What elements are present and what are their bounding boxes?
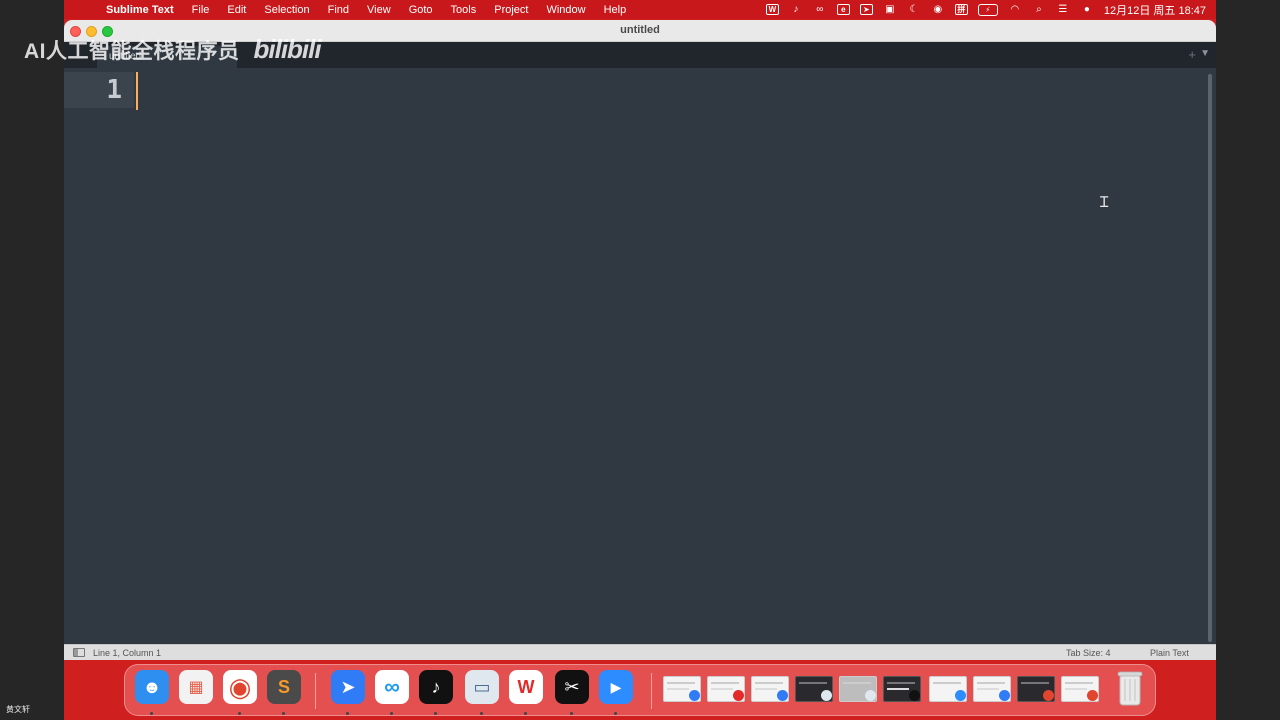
menu-goto[interactable]: Goto: [400, 4, 442, 16]
text-editor[interactable]: 1 Ɪ: [64, 68, 1216, 644]
line-gutter: 1: [64, 72, 134, 108]
dock: ☻ ▦ ◉ S ➤ ∞ ♪ ▭ W ✂ ▶: [124, 664, 1156, 716]
capcut-icon[interactable]: ✂: [555, 670, 589, 704]
running-indicator: [524, 712, 527, 715]
preview-icon[interactable]: ▭: [465, 670, 499, 704]
battery-icon[interactable]: ⚡: [977, 3, 998, 16]
left-letterbox: [0, 0, 64, 720]
sublime-text-icon[interactable]: S: [267, 670, 301, 704]
control-center-icon[interactable]: ☰: [1056, 4, 1070, 16]
status-menus: W ♪ ∞ e ➤ ▣ ☾ ◉ 拼 ⚡ ◠ ⌕ ☰ ● 12月12日 周五 18…: [765, 0, 1206, 19]
focus-moon-icon[interactable]: ☾: [907, 4, 921, 16]
vertical-scrollbar[interactable]: [1208, 74, 1212, 642]
running-indicator: [346, 712, 349, 715]
menu-bar: Sublime Text File Edit Selection Find Vi…: [64, 0, 1216, 19]
minimized-window-thumbnail[interactable]: [883, 676, 921, 702]
running-indicator: [282, 712, 285, 715]
menu-clock[interactable]: 12月12日 周五 18:47: [1104, 2, 1206, 18]
text-caret: [136, 72, 138, 110]
input-method-icon[interactable]: 拼: [954, 4, 968, 15]
menu-project[interactable]: Project: [485, 4, 537, 16]
video-watermark: AI人工智能全栈程序员 bilibili: [24, 34, 322, 65]
tab-size-selector[interactable]: Tab Size: 4: [1066, 648, 1111, 658]
running-indicator: [480, 712, 483, 715]
running-indicator: [390, 712, 393, 715]
running-indicator: [150, 712, 153, 715]
wps-status-icon[interactable]: W: [765, 4, 779, 15]
corner-name-label: 黄文轩: [6, 705, 30, 714]
minimized-window-thumbnail[interactable]: [1061, 676, 1099, 702]
menu-window[interactable]: Window: [537, 4, 594, 16]
lark-icon[interactable]: ➤: [331, 670, 365, 704]
minimized-window-thumbnail[interactable]: [663, 676, 701, 702]
right-letterbox: [1216, 0, 1280, 720]
minimized-window-thumbnail[interactable]: [795, 676, 833, 702]
netdisk-status-icon[interactable]: ∞: [813, 4, 827, 16]
zoom-icon[interactable]: ▶: [599, 670, 633, 704]
app-menu[interactable]: Sublime Text: [106, 4, 183, 16]
lark-status-icon[interactable]: ➤: [859, 4, 873, 15]
sidebar-toggle-icon[interactable]: [73, 648, 85, 657]
chrome-icon[interactable]: ◉: [223, 670, 257, 704]
sublime-window: untitled untitled + ▼ 1 Ɪ Line 1, Column…: [64, 20, 1216, 660]
tab-dropdown-chevron-icon[interactable]: ▼: [1200, 48, 1210, 59]
menu-find[interactable]: Find: [319, 4, 358, 16]
menu-help[interactable]: Help: [595, 4, 636, 16]
bilibili-logo: bilibili: [253, 34, 322, 64]
running-indicator: [570, 712, 573, 715]
menu-selection[interactable]: Selection: [255, 4, 318, 16]
siri-icon[interactable]: ●: [1080, 4, 1094, 16]
running-indicator: [238, 712, 241, 715]
ibeam-cursor-icon: Ɪ: [1100, 193, 1109, 211]
menu-view[interactable]: View: [358, 4, 400, 16]
wifi-icon[interactable]: ◠: [1008, 4, 1022, 16]
spotlight-search-icon[interactable]: ⌕: [1032, 4, 1046, 16]
screen-record-icon[interactable]: ◉: [931, 4, 945, 16]
running-indicator: [434, 712, 437, 715]
menu-edit[interactable]: Edit: [218, 4, 255, 16]
screen-share-icon[interactable]: ▣: [883, 4, 897, 16]
minimized-window-thumbnail[interactable]: [929, 676, 967, 702]
minimized-window-thumbnail[interactable]: [751, 676, 789, 702]
running-indicator: [614, 712, 617, 715]
minimized-window-thumbnail[interactable]: [1017, 676, 1055, 702]
line-number: 1: [106, 75, 122, 105]
dock-separator: [315, 673, 316, 709]
minimized-window-thumbnail[interactable]: [707, 676, 745, 702]
status-bar: Line 1, Column 1 Tab Size: 4 Plain Text: [64, 644, 1216, 660]
new-tab-plus-icon[interactable]: +: [1188, 47, 1196, 62]
syntax-selector[interactable]: Plain Text: [1150, 648, 1189, 658]
tiktok-status-icon[interactable]: ♪: [789, 4, 803, 16]
launchpad-icon[interactable]: ▦: [179, 670, 213, 704]
baidu-netdisk-icon[interactable]: ∞: [375, 670, 409, 704]
mac-screen: Sublime Text File Edit Selection Find Vi…: [64, 0, 1216, 720]
dock-separator: [651, 673, 652, 709]
finder-icon[interactable]: ☻: [135, 670, 169, 704]
cursor-position: Line 1, Column 1: [93, 648, 162, 658]
tiktok-icon[interactable]: ♪: [419, 670, 453, 704]
menu-tools[interactable]: Tools: [442, 4, 486, 16]
trash-icon[interactable]: [1115, 669, 1145, 707]
watermark-text: AI人工智能全栈程序员: [24, 40, 240, 63]
wps-office-icon[interactable]: W: [509, 670, 543, 704]
minimized-window-thumbnail[interactable]: [973, 676, 1011, 702]
clipboard-status-icon[interactable]: e: [836, 4, 850, 15]
minimized-window-thumbnail[interactable]: [839, 676, 877, 702]
menu-file[interactable]: File: [183, 4, 219, 16]
